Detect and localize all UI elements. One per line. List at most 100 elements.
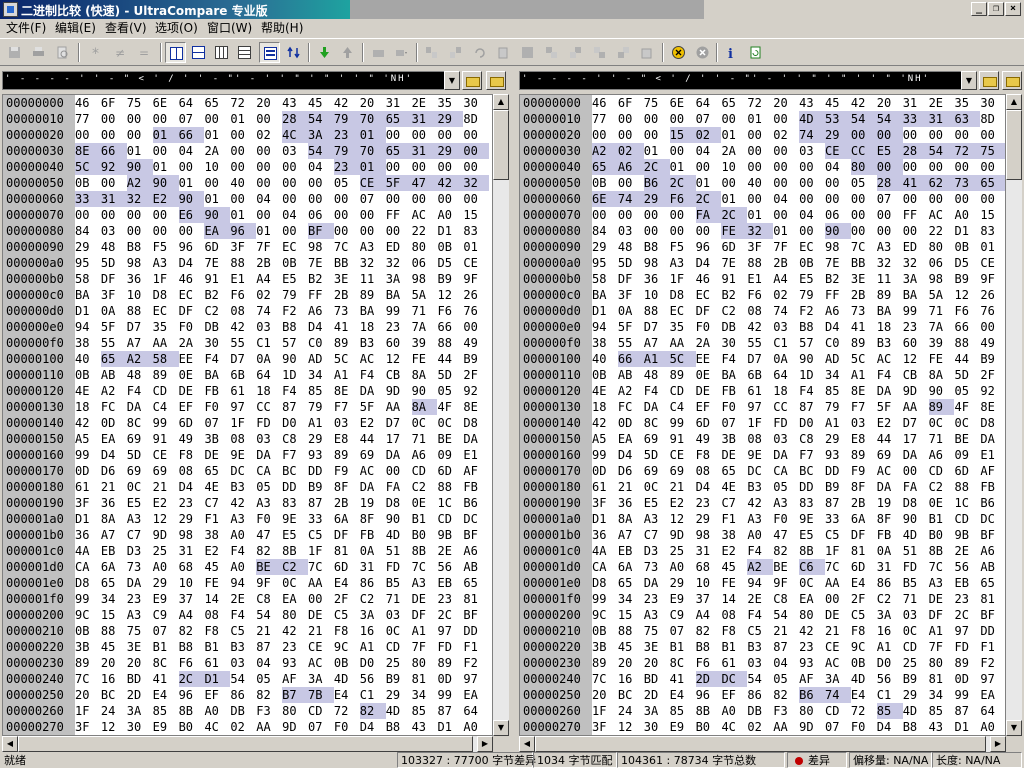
hex-byte[interactable]: 95 [75, 255, 101, 271]
hex-byte[interactable]: 71 [412, 303, 438, 319]
hex-byte[interactable]: 0E [696, 367, 722, 383]
hex-byte[interactable]: 85 [153, 703, 179, 719]
hex-byte[interactable]: 00 [230, 191, 256, 207]
hex-byte[interactable]: C2 [721, 303, 747, 319]
hex-byte[interactable]: 08 [204, 607, 230, 623]
hex-byte[interactable]: DA [127, 575, 153, 591]
hex-byte[interactable]: 5C [851, 351, 877, 367]
hex-byte[interactable]: 8F [334, 479, 360, 495]
hex-byte-diff[interactable]: 70 [359, 143, 386, 159]
copy-block-right-icon[interactable] [565, 42, 586, 63]
hex-byte-diff[interactable]: 47 [411, 175, 438, 191]
hex-byte[interactable]: 18 [75, 399, 101, 415]
hex-byte[interactable]: 6B [230, 367, 256, 383]
hex-byte[interactable]: F0 [179, 319, 205, 335]
hex-byte[interactable]: 6D [954, 463, 980, 479]
hex-byte[interactable]: 94 [592, 319, 618, 335]
hex-byte[interactable]: AF [463, 463, 489, 479]
vertical-split-icon[interactable] [165, 42, 186, 63]
hex-byte[interactable]: 9C [851, 639, 877, 655]
hex-byte[interactable]: 94 [747, 575, 773, 591]
hex-byte[interactable]: 16 [360, 623, 386, 639]
hex-byte[interactable]: 89 [592, 655, 618, 671]
hex-byte[interactable]: 98 [179, 527, 205, 543]
hex-byte[interactable]: F4 [877, 367, 903, 383]
hex-byte[interactable]: 99 [75, 447, 101, 463]
hex-byte[interactable]: 55 [747, 335, 773, 351]
hex-byte[interactable]: D0 [799, 415, 825, 431]
hex-byte[interactable]: 19 [877, 495, 903, 511]
hex-byte[interactable]: 49 [463, 335, 489, 351]
hex-byte[interactable]: 00 [127, 223, 153, 239]
hex-byte[interactable]: 00 [851, 191, 877, 207]
hex-byte[interactable]: 01 [670, 159, 696, 175]
hex-byte[interactable]: 0A [618, 303, 644, 319]
hex-byte[interactable]: 00 [773, 159, 799, 175]
hex-byte-diff[interactable]: 31 [411, 143, 438, 159]
hex-byte[interactable]: EA [282, 591, 308, 607]
hex-byte[interactable]: 40 [747, 175, 773, 191]
hex-byte-diff[interactable]: 79 [333, 143, 360, 159]
hex-byte[interactable]: B3 [230, 639, 256, 655]
hex-byte[interactable]: 26 [980, 287, 1005, 303]
hex-byte[interactable]: C0 [825, 335, 851, 351]
hex-byte[interactable]: 38 [592, 335, 618, 351]
hex-byte[interactable]: 3A [308, 671, 334, 687]
hex-byte[interactable]: 8A [618, 511, 644, 527]
hex-byte[interactable]: A7 [644, 335, 670, 351]
hex-byte[interactable]: A3 [644, 511, 670, 527]
hex-byte[interactable]: 29 [179, 511, 205, 527]
hex-byte[interactable]: 89 [334, 447, 360, 463]
hex-byte-diff[interactable]: 00 [876, 159, 903, 175]
hex-byte[interactable]: 04 [282, 207, 308, 223]
hex-byte[interactable]: 00 [463, 159, 489, 175]
hex-byte[interactable]: 0B [799, 255, 825, 271]
hex-byte[interactable]: 61 [75, 479, 101, 495]
hex-byte[interactable]: B9 [437, 271, 463, 287]
hex-byte[interactable]: FE [929, 351, 955, 367]
hex-byte[interactable]: 00 [463, 319, 489, 335]
hex-byte[interactable]: 14 [721, 591, 747, 607]
hex-byte[interactable]: 83 [463, 223, 489, 239]
hex-byte[interactable]: 65 [204, 463, 230, 479]
hex-byte[interactable]: A1 [334, 367, 360, 383]
hex-byte[interactable]: 1F [75, 703, 101, 719]
hex-byte[interactable]: 34 [618, 591, 644, 607]
hex-byte[interactable]: DE [825, 607, 851, 623]
hex-byte[interactable]: DA [360, 479, 386, 495]
hex-byte[interactable]: B2 [825, 271, 851, 287]
hex-byte[interactable]: 00 [903, 159, 929, 175]
hex-byte[interactable]: 01 [230, 111, 256, 127]
hex-byte[interactable]: F6 [954, 303, 980, 319]
hex-byte[interactable]: B8 [644, 239, 670, 255]
hex-byte[interactable]: 8D [980, 111, 1005, 127]
hex-byte[interactable]: C9 [670, 607, 696, 623]
hex-byte[interactable]: 01 [127, 143, 153, 159]
hex-byte[interactable]: D0 [360, 655, 386, 671]
hex-byte[interactable]: CE [980, 255, 1005, 271]
hex-byte[interactable]: B0 [696, 719, 722, 735]
hex-byte[interactable]: 00 [386, 159, 412, 175]
hex-byte[interactable]: F4 [799, 383, 825, 399]
hex-byte[interactable]: A4 [179, 607, 205, 623]
hex-byte[interactable]: FA [903, 479, 929, 495]
hex-byte[interactable]: 10 [179, 575, 205, 591]
hex-byte[interactable]: 04 [308, 159, 334, 175]
hex-byte[interactable]: B8 [903, 719, 929, 735]
hex-byte[interactable]: F1 [980, 639, 1005, 655]
hex-byte-diff[interactable]: 65 [385, 143, 412, 159]
hex-byte[interactable]: 65 [721, 95, 747, 111]
hex-byte-diff[interactable]: D1 [204, 671, 231, 687]
hex-byte[interactable]: 74 [256, 303, 282, 319]
hex-byte[interactable]: 99 [954, 687, 980, 703]
hex-byte[interactable]: AC [825, 655, 851, 671]
hex-byte[interactable]: 00 [670, 111, 696, 127]
print-icon[interactable] [28, 42, 49, 63]
hex-byte[interactable]: 3A [877, 607, 903, 623]
hex-byte[interactable]: 0C [386, 623, 412, 639]
hex-byte[interactable]: 88 [437, 479, 463, 495]
hex-byte[interactable]: D4 [696, 255, 722, 271]
hex-byte[interactable]: CD [437, 511, 463, 527]
hex-byte[interactable]: 00 [334, 191, 360, 207]
hex-byte-diff[interactable]: A2 [126, 351, 153, 367]
